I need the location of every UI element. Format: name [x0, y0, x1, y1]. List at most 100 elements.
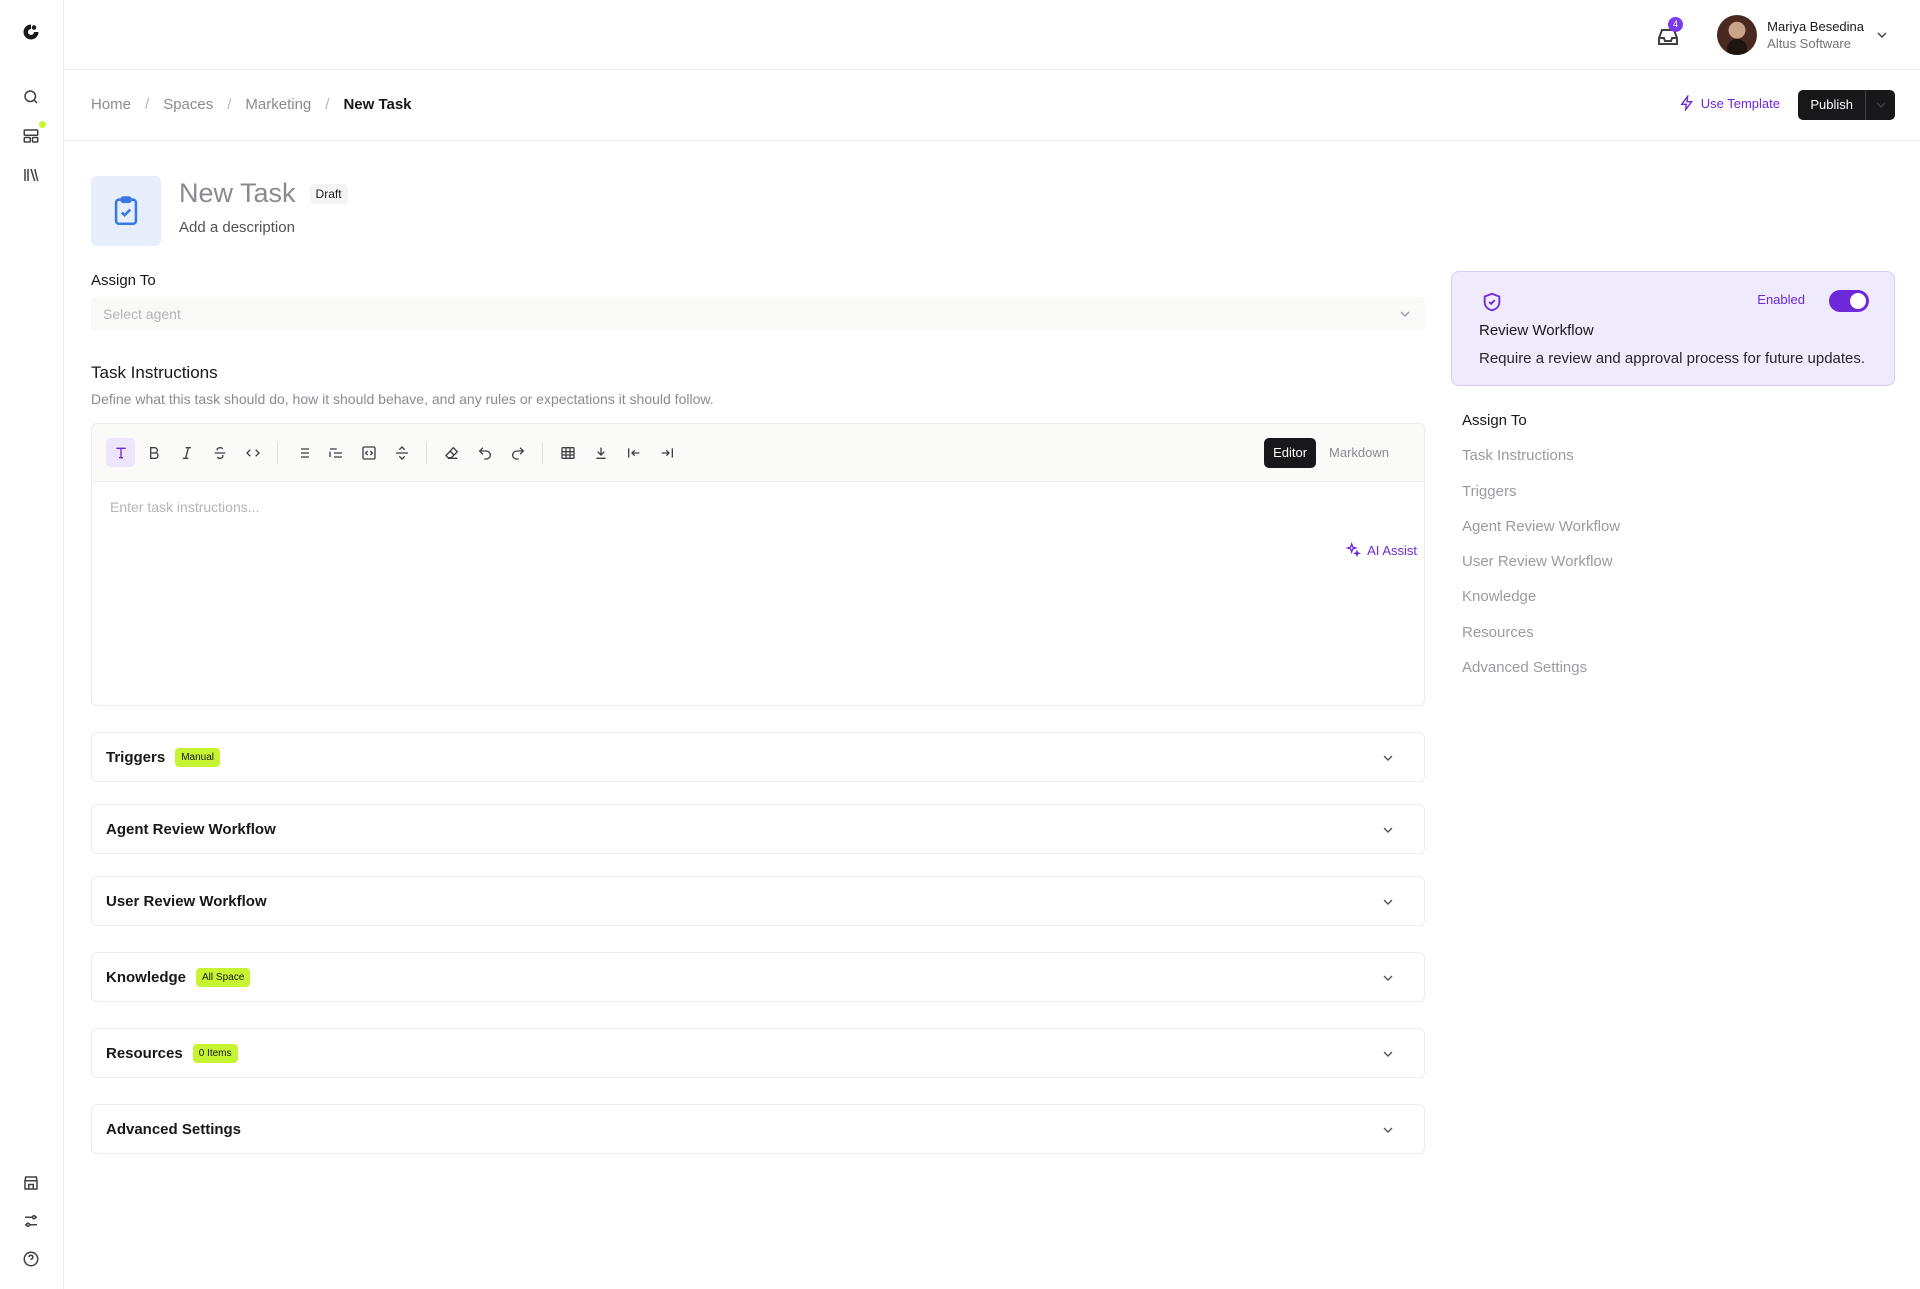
breadcrumb-bar: Home / Spaces / Marketing / New Task Use… [64, 70, 1920, 141]
user-menu[interactable]: Mariya Besedina Altus Software [1717, 14, 1890, 56]
breadcrumb-spaces[interactable]: Spaces [163, 96, 213, 113]
inbox-count-badge: 4 [1668, 17, 1683, 32]
review-workflow-description: Require a review and approval process fo… [1479, 350, 1866, 367]
text-style-icon[interactable] [106, 438, 135, 467]
redo-icon[interactable] [503, 438, 532, 467]
knowledge-section[interactable]: Knowledge All Space [91, 952, 1425, 1002]
toc-item-resources[interactable]: Resources [1462, 624, 1620, 659]
review-workflow-toggle[interactable] [1829, 290, 1869, 312]
avatar [1717, 15, 1758, 55]
task-description-input[interactable]: Add a description [179, 219, 348, 236]
help-icon[interactable] [18, 1246, 44, 1272]
lightning-icon [1680, 95, 1693, 111]
italic-icon[interactable] [172, 438, 201, 467]
user-name: Mariya Besedina [1767, 19, 1864, 34]
section-title: Advanced Settings [106, 1120, 242, 1138]
code-block-icon[interactable] [354, 438, 383, 467]
top-bar: 4 Mariya Besedina Altus Software [64, 0, 1920, 70]
toolbar-divider [277, 441, 278, 464]
agent-review-workflow-section[interactable]: Agent Review Workflow [91, 804, 1425, 854]
chevron-down-icon [1383, 975, 1393, 981]
task-header: New Task Draft Add a description [91, 176, 1425, 246]
indent-icon[interactable] [652, 438, 681, 467]
store-icon[interactable] [18, 1170, 44, 1196]
section-badge: All Space [196, 967, 251, 987]
triggers-section[interactable]: Triggers Manual [91, 732, 1425, 782]
chevron-down-icon [1876, 102, 1885, 108]
chevron-down-icon [1383, 899, 1393, 905]
breadcrumb-separator: / [145, 96, 150, 113]
mode-markdown-tab[interactable]: Markdown [1320, 438, 1398, 468]
section-title: User Review Workflow [106, 892, 267, 910]
assign-to-label: Assign To [91, 272, 156, 289]
clear-format-icon[interactable] [437, 438, 466, 467]
left-rail [0, 0, 64, 1289]
publish-button[interactable]: Publish [1798, 90, 1865, 120]
toc-item-assign-to[interactable]: Assign To [1462, 412, 1620, 447]
toc-item-knowledge[interactable]: Knowledge [1462, 588, 1620, 623]
publish-button-group: Publish [1798, 90, 1895, 120]
app-logo-icon[interactable] [18, 19, 44, 45]
code-icon[interactable] [238, 438, 267, 467]
outdent-icon[interactable] [619, 438, 648, 467]
inbox-button[interactable]: 4 [1654, 17, 1683, 49]
chevron-down-icon [1877, 32, 1887, 38]
breadcrumb-home[interactable]: Home [91, 96, 131, 113]
advanced-settings-section[interactable]: Advanced Settings [91, 1104, 1425, 1154]
publish-options-button[interactable] [1865, 90, 1895, 120]
mode-editor-tab[interactable]: Editor [1264, 438, 1317, 468]
undo-icon[interactable] [470, 438, 499, 467]
settings-sliders-icon[interactable] [18, 1208, 44, 1234]
library-icon[interactable] [18, 162, 44, 188]
chevron-down-icon [1383, 827, 1393, 833]
breadcrumb-separator: / [227, 96, 232, 113]
section-title: Knowledge [106, 968, 187, 986]
clipboard-check-icon [91, 176, 161, 246]
resources-section[interactable]: Resources 0 Items [91, 1028, 1425, 1078]
chevron-down-icon [1383, 1051, 1393, 1057]
section-badge: 0 Items [192, 1043, 238, 1063]
task-instructions-title: Task Instructions [91, 363, 218, 382]
review-workflow-title: Review Workflow [1479, 322, 1594, 339]
breadcrumb-current: New Task [343, 96, 412, 113]
bold-icon[interactable] [139, 438, 168, 467]
breadcrumb: Home / Spaces / Marketing / New Task [91, 96, 412, 113]
task-title-input[interactable]: New Task [179, 178, 296, 209]
toc-item-triggers[interactable]: Triggers [1462, 483, 1620, 518]
task-form: New Task Draft Add a description Assign … [91, 176, 1425, 1154]
section-badge: Manual [175, 747, 220, 767]
download-icon[interactable] [586, 438, 615, 467]
bullet-list-icon[interactable] [288, 438, 317, 467]
use-template-button[interactable]: Use Template [1679, 95, 1780, 111]
shield-check-icon [1483, 292, 1501, 312]
section-title: Resources [106, 1044, 183, 1062]
chevron-down-icon [1383, 755, 1393, 761]
breadcrumb-separator: / [325, 96, 330, 113]
breadcrumb-marketing[interactable]: Marketing [245, 96, 311, 113]
toc-item-advanced-settings[interactable]: Advanced Settings [1462, 659, 1620, 694]
table-icon[interactable] [553, 438, 582, 467]
ordered-list-icon[interactable] [321, 438, 350, 467]
search-icon[interactable] [18, 84, 44, 110]
agent-select[interactable]: Select agent [91, 297, 1425, 331]
toc-item-user-review-workflow[interactable]: User Review Workflow [1462, 553, 1620, 588]
instructions-textarea[interactable]: Enter task instructions... [92, 482, 1424, 532]
toc-item-agent-review-workflow[interactable]: Agent Review Workflow [1462, 518, 1620, 553]
instructions-editor: Editor Markdown Enter task instructions.… [91, 423, 1425, 706]
strikethrough-icon[interactable] [205, 438, 234, 467]
editor-mode-switch: Editor Markdown [1264, 438, 1398, 468]
notification-dot [39, 121, 46, 128]
spaces-icon[interactable] [18, 121, 46, 149]
status-badge: Draft [309, 183, 348, 204]
enabled-label: Enabled [1757, 292, 1805, 307]
use-template-label: Use Template [1700, 95, 1780, 111]
task-instructions-subtitle: Define what this task should do, how it … [91, 391, 714, 407]
chevron-down-icon [1383, 1127, 1393, 1133]
user-review-workflow-section[interactable]: User Review Workflow [91, 876, 1425, 926]
chevron-down-icon [1400, 311, 1410, 317]
page-outline: Assign To Task Instructions Triggers Age… [1462, 412, 1620, 694]
horizontal-rule-icon[interactable] [387, 438, 416, 467]
toc-item-task-instructions[interactable]: Task Instructions [1462, 447, 1620, 482]
user-org: Altus Software [1767, 36, 1851, 51]
editor-toolbar: Editor Markdown [92, 424, 1424, 482]
